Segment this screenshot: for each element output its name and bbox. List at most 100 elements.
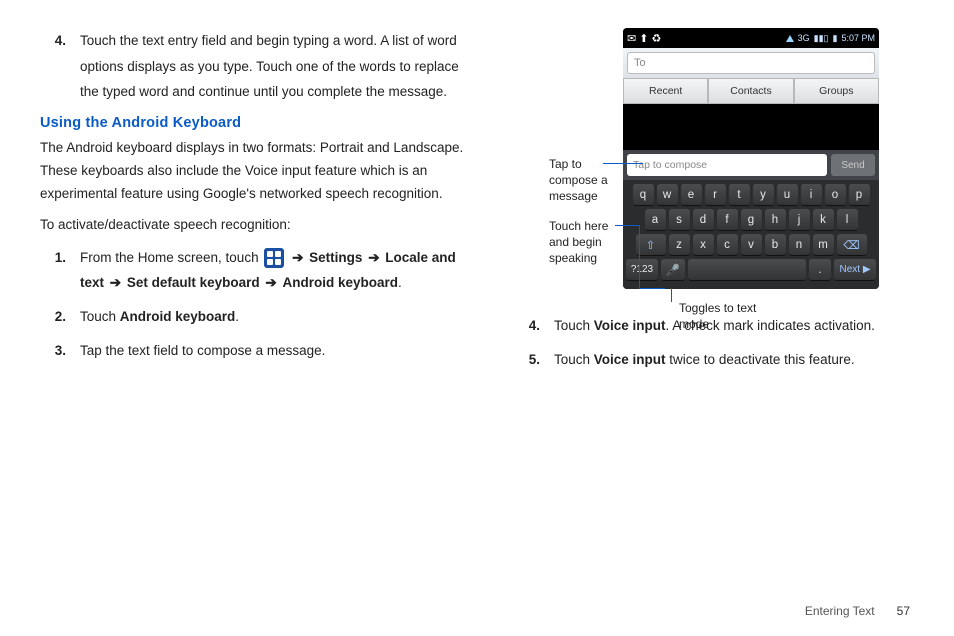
step-4: 4. Touch the text entry field and begin …	[40, 28, 474, 105]
path-android-keyboard: Android keyboard	[282, 275, 398, 290]
send-button[interactable]: Send	[831, 154, 875, 176]
leader-line	[671, 288, 672, 302]
key-o[interactable]: o	[825, 184, 846, 206]
key-h[interactable]: h	[765, 209, 786, 231]
tab-groups[interactable]: Groups	[794, 78, 879, 104]
key-u[interactable]: u	[777, 184, 798, 206]
message-list-empty	[623, 104, 879, 150]
step-1: 1. From the Home screen, touch ➔ Setting…	[40, 245, 474, 296]
key-p[interactable]: p	[849, 184, 870, 206]
kbd-row-4: ?123 🎤 . Next ▶	[626, 259, 876, 281]
body-paragraph-2: To activate/deactivate speech recognitio…	[40, 214, 474, 237]
leader-line	[639, 288, 665, 289]
period: .	[398, 275, 402, 290]
text: twice to deactivate this feature.	[666, 352, 855, 367]
phone-mockup: ✉ ⬆ ♻ 3G ▮▮▯ ▮ 5:07 PM To Recent Contact…	[623, 28, 879, 289]
key-d[interactable]: d	[693, 209, 714, 231]
left-column: 4. Touch the text entry field and begin …	[40, 28, 474, 380]
key-v[interactable]: v	[741, 234, 762, 256]
to-placeholder: To	[634, 57, 646, 69]
key-x[interactable]: x	[693, 234, 714, 256]
tab-contacts[interactable]: Contacts	[708, 78, 793, 104]
text: From the Home screen, touch	[80, 250, 262, 265]
key-period[interactable]: .	[809, 259, 831, 281]
callout-touch-begin-speaking: Touch here and begin speaking	[549, 218, 621, 267]
step-number: 2.	[40, 304, 80, 330]
key-i[interactable]: i	[801, 184, 822, 206]
status-time: 5:07 PM	[841, 33, 875, 43]
key-space[interactable]	[688, 259, 806, 281]
tab-recent[interactable]: Recent	[623, 78, 708, 104]
key-f[interactable]: f	[717, 209, 738, 231]
text: .	[235, 309, 239, 324]
kbd-row-3: ⇧ z x c v b n m ⌫	[626, 234, 876, 256]
android-keyboard: q w e r t y u i o p a s d	[623, 180, 879, 289]
key-e[interactable]: e	[681, 184, 702, 206]
bars-icon: ▮▮▯	[814, 33, 829, 44]
key-t[interactable]: t	[729, 184, 750, 206]
page-columns: 4. Touch the text entry field and begin …	[40, 28, 914, 380]
step-text: From the Home screen, touch ➔ Settings ➔…	[80, 245, 474, 296]
key-mic[interactable]: 🎤	[661, 259, 685, 281]
bold-text: Android keyboard	[120, 309, 236, 324]
step-text: Touch Voice input twice to deactivate th…	[554, 347, 914, 373]
step-2: 2. Touch Android keyboard.	[40, 304, 474, 330]
key-shift[interactable]: ⇧	[636, 234, 666, 256]
microphone-icon: 🎤	[666, 263, 680, 277]
key-r[interactable]: r	[705, 184, 726, 206]
text: Touch	[554, 318, 594, 333]
key-b[interactable]: b	[765, 234, 786, 256]
bold-text: Voice input	[594, 352, 666, 367]
step-5-right: 5. Touch Voice input twice to deactivate…	[514, 347, 914, 373]
step-number: 4.	[40, 28, 80, 105]
compose-placeholder: Tap to compose	[633, 159, 707, 171]
key-l[interactable]: l	[837, 209, 858, 231]
bold-text: Voice input	[594, 318, 666, 333]
key-j[interactable]: j	[789, 209, 810, 231]
leader-line	[615, 225, 639, 226]
step-number: 1.	[40, 245, 80, 296]
right-column: ✉ ⬆ ♻ 3G ▮▮▯ ▮ 5:07 PM To Recent Contact…	[514, 28, 914, 380]
key-next[interactable]: Next ▶	[834, 259, 876, 281]
key-s[interactable]: s	[669, 209, 690, 231]
key-q[interactable]: q	[633, 184, 654, 206]
to-input[interactable]: To	[627, 52, 875, 74]
text: Touch	[80, 309, 120, 324]
callout-toggles-text-mode: Toggles to text mode	[679, 300, 769, 332]
status-left-icons: ✉ ⬆ ♻	[627, 32, 661, 45]
step-number: 4.	[514, 313, 554, 339]
arrow-icon: ➔	[265, 275, 276, 290]
step-text: Tap the text field to compose a message.	[80, 338, 474, 364]
body-paragraph-1: The Android keyboard displays in two for…	[40, 137, 474, 206]
key-g[interactable]: g	[741, 209, 762, 231]
compose-input[interactable]: Tap to compose	[627, 154, 827, 176]
key-m[interactable]: m	[813, 234, 834, 256]
key-k[interactable]: k	[813, 209, 834, 231]
phone-figure: ✉ ⬆ ♻ 3G ▮▮▯ ▮ 5:07 PM To Recent Contact…	[549, 28, 879, 289]
status-bar: ✉ ⬆ ♻ 3G ▮▮▯ ▮ 5:07 PM	[623, 28, 879, 48]
kbd-row-2: a s d f g h j k l	[626, 209, 876, 231]
path-settings: Settings	[309, 250, 366, 265]
leader-line	[603, 163, 643, 164]
key-symbols[interactable]: ?123	[626, 259, 658, 281]
arrow-icon: ➔	[292, 250, 303, 265]
key-z[interactable]: z	[669, 234, 690, 256]
section-heading: Using the Android Keyboard	[40, 115, 474, 131]
key-n[interactable]: n	[789, 234, 810, 256]
to-row: To	[623, 48, 879, 78]
battery-icon: ▮	[833, 33, 838, 44]
key-a[interactable]: a	[645, 209, 666, 231]
network-icon: 3G	[798, 33, 810, 43]
signal-icon	[786, 35, 794, 42]
page-number: 57	[897, 604, 910, 618]
key-w[interactable]: w	[657, 184, 678, 206]
step-3: 3. Tap the text field to compose a messa…	[40, 338, 474, 364]
text: Touch	[554, 352, 594, 367]
leader-line	[639, 225, 640, 288]
key-c[interactable]: c	[717, 234, 738, 256]
page-footer: Entering Text 57	[805, 604, 910, 618]
key-y[interactable]: y	[753, 184, 774, 206]
footer-section-title: Entering Text	[805, 604, 875, 618]
contact-tabs: Recent Contacts Groups	[623, 78, 879, 104]
key-delete[interactable]: ⌫	[837, 234, 867, 256]
